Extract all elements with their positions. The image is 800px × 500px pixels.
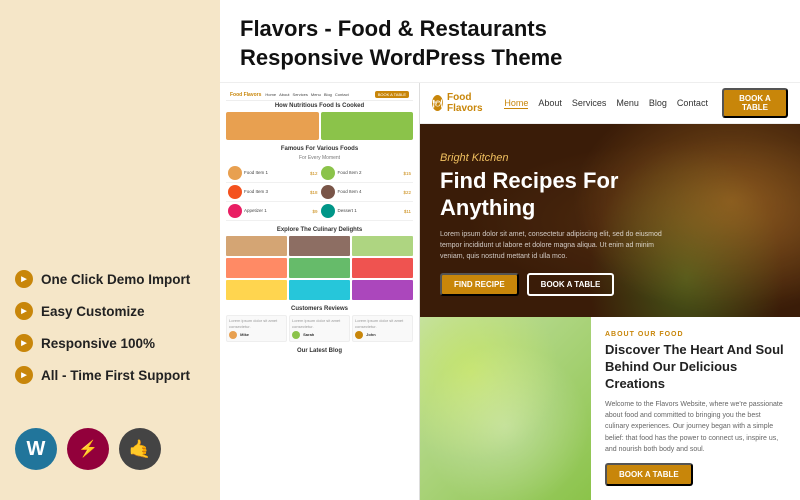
menu-img-5 <box>228 204 242 218</box>
about-text: ABOUT OUR FOOD Discover The Heart And So… <box>591 317 800 500</box>
menu-img-1 <box>228 166 242 180</box>
features-list: One Click Demo Import Easy Customize Res… <box>15 270 205 398</box>
theme-nav-contact[interactable]: Contact <box>677 98 708 109</box>
logo-icon: 🍽 <box>432 95 443 111</box>
review-card-1: Lorem ipsum dolor sit amet consectetur. … <box>226 315 287 342</box>
prev-link-home: Home <box>265 92 276 97</box>
menu-img-3 <box>228 185 242 199</box>
book-table-hero-button[interactable]: BOOK A TABLE <box>527 273 615 296</box>
review-avatar-1 <box>229 331 237 339</box>
gallery-grid <box>226 236 413 300</box>
theme-logo: 🍽 Food Flavors <box>432 92 490 114</box>
how-section: How Nutritious Food Is Cooked <box>226 103 413 140</box>
prev-link-menu: Menu <box>311 92 321 97</box>
feature-item-3: Responsive 100% <box>15 334 205 352</box>
gallery-cell-6 <box>352 258 413 278</box>
title-bar: Flavors - Food & Restaurants Responsive … <box>220 0 800 83</box>
menu-row-2: Food Item 3 $18 Food Item 4 $22 <box>226 183 413 202</box>
hand-icon: 🤙 <box>119 428 161 470</box>
food-thumb-2 <box>321 112 414 140</box>
right-area: Flavors - Food & Restaurants Responsive … <box>220 0 800 500</box>
arrow-icon-1 <box>15 270 33 288</box>
theme-nav-about[interactable]: About <box>538 98 562 109</box>
arrow-icon-3 <box>15 334 33 352</box>
gallery-cell-7 <box>226 280 287 300</box>
food-thumb-1 <box>226 112 319 140</box>
page-title: Flavors - Food & Restaurants Responsive … <box>240 15 780 72</box>
gallery-cell-4 <box>226 258 287 278</box>
preview-nav: Food Flavors Home About Services Menu Bl… <box>226 89 413 101</box>
find-recipe-button[interactable]: FIND RECIPE <box>440 273 519 296</box>
famous-sub: For Every Moment <box>226 155 413 161</box>
wordpress-icon: W <box>15 428 57 470</box>
about-image <box>420 317 591 500</box>
theme-nav-home[interactable]: Home <box>504 98 528 109</box>
review-card-3: Lorem ipsum dolor sit amet consectetur. … <box>352 315 413 342</box>
gallery-cell-8 <box>289 280 350 300</box>
prev-link-about: About <box>279 92 289 97</box>
theme-about: ABOUT OUR FOOD Discover The Heart And So… <box>420 317 800 500</box>
food-plate-decoration <box>420 317 591 500</box>
platform-icons: W ⚡ 🤙 <box>15 428 205 470</box>
left-panel: One Click Demo Import Easy Customize Res… <box>0 0 220 500</box>
how-title: How Nutritious Food Is Cooked <box>226 103 413 109</box>
preview-nav-links: Home About Services Menu Blog Contact <box>265 92 370 97</box>
feature-item-4: All - Time First Support <box>15 366 205 384</box>
feature-item-1: One Click Demo Import <box>15 270 205 288</box>
theme-nav-links: Home About Services Menu Blog Contact <box>504 98 708 109</box>
book-table-button[interactable]: BOOK A TABLE <box>722 88 788 118</box>
review-avatar-2 <box>292 331 300 339</box>
preview-logo: Food Flavors <box>230 92 261 98</box>
theme-nav: 🍽 Food Flavors Home About Services Menu … <box>420 83 800 124</box>
famous-title: Famous For Various Foods <box>226 146 413 152</box>
prev-link-services: Services <box>293 92 308 97</box>
gallery-title: Explore The Culinary Delights <box>226 227 413 233</box>
hero-content: Bright Kitchen Find Recipes ForAnything … <box>440 152 680 295</box>
review-avatar-3 <box>355 331 363 339</box>
gallery-cell-9 <box>352 280 413 300</box>
gallery-cell-3 <box>352 236 413 256</box>
review-card-2: Lorem ipsum dolor sit amet consectetur. … <box>289 315 350 342</box>
reviews-title: Customers Reviews <box>226 306 413 312</box>
how-food-grid <box>226 112 413 140</box>
arrow-icon-4 <box>15 366 33 384</box>
theme-nav-menu[interactable]: Menu <box>616 98 639 109</box>
gallery-cell-2 <box>289 236 350 256</box>
about-label: ABOUT OUR FOOD <box>605 331 786 338</box>
gallery-cell-1 <box>226 236 287 256</box>
menu-img-6 <box>321 204 335 218</box>
hero-description: Lorem ipsum dolor sit amet, consectetur … <box>440 229 680 263</box>
menu-img-4 <box>321 185 335 199</box>
content-row: Food Flavors Home About Services Menu Bl… <box>220 83 800 500</box>
menu-row-3: Appetizer 1 $9 Dessert 1 $11 <box>226 202 413 221</box>
arrow-icon-2 <box>15 302 33 320</box>
gallery-cell-5 <box>289 258 350 278</box>
elementor-icon: ⚡ <box>67 428 109 470</box>
preview-book-btn[interactable]: BOOK A TABLE <box>375 91 409 98</box>
theme-hero: Bright Kitchen Find Recipes ForAnything … <box>420 124 800 317</box>
blog-section: Our Latest Blog <box>226 348 413 354</box>
blog-title: Our Latest Blog <box>226 348 413 354</box>
menu-table: Food Item 1 $12 Food Item 2 $15 Food Ite… <box>226 164 413 221</box>
prev-link-contact: Contact <box>335 92 349 97</box>
menu-row-1: Food Item 1 $12 Food Item 2 $15 <box>226 164 413 183</box>
about-description: Welcome to the Flavors Website, where we… <box>605 399 786 455</box>
about-cta-button[interactable]: BOOK A TABLE <box>605 463 693 486</box>
hero-buttons: FIND RECIPE BOOK A TABLE <box>440 273 680 296</box>
famous-section: Famous For Various Foods For Every Momen… <box>226 146 413 221</box>
preview-panel: Food Flavors Home About Services Menu Bl… <box>220 83 420 500</box>
theme-display: 🍽 Food Flavors Home About Services Menu … <box>420 83 800 500</box>
prev-link-blog: Blog <box>324 92 332 97</box>
hero-subtitle: Bright Kitchen <box>440 152 680 164</box>
theme-nav-blog[interactable]: Blog <box>649 98 667 109</box>
hero-main-title: Find Recipes ForAnything <box>440 168 680 221</box>
theme-nav-services[interactable]: Services <box>572 98 607 109</box>
feature-item-2: Easy Customize <box>15 302 205 320</box>
reviews-section: Customers Reviews Lorem ipsum dolor sit … <box>226 306 413 342</box>
review-cards: Lorem ipsum dolor sit amet consectetur. … <box>226 315 413 342</box>
gallery-section: Explore The Culinary Delights <box>226 227 413 300</box>
about-heading: Discover The Heart And Soul Behind Our D… <box>605 342 786 393</box>
menu-img-2 <box>321 166 335 180</box>
